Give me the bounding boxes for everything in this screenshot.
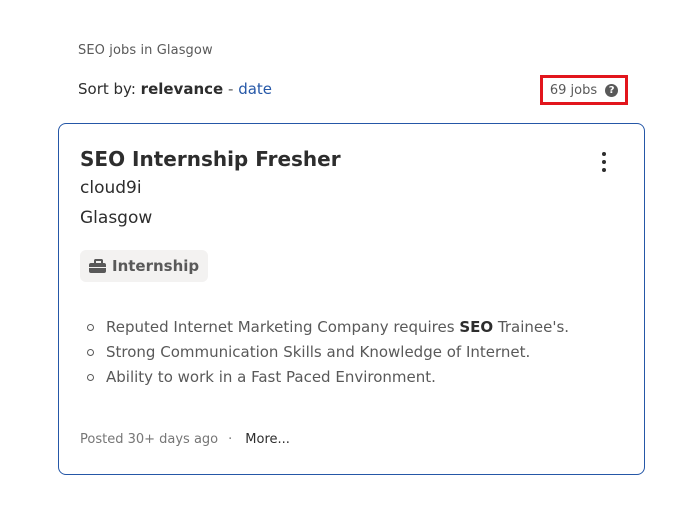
job-count-text: 69 jobs bbox=[549, 82, 598, 98]
snippet-item: Ability to work in a Fast Paced Environm… bbox=[87, 365, 607, 390]
posted-date: Posted 30+ days ago bbox=[80, 432, 219, 447]
sort-by-date-link[interactable]: date bbox=[238, 80, 272, 98]
breadcrumb: SEO jobs in Glasgow bbox=[78, 43, 213, 58]
footer-separator: · bbox=[228, 432, 233, 447]
more-options-icon[interactable] bbox=[592, 148, 616, 176]
job-location: Glasgow bbox=[80, 208, 153, 228]
job-title[interactable]: SEO Internship Fresher bbox=[80, 147, 341, 171]
sort-separator: - bbox=[227, 80, 234, 98]
sort-controls: Sort by: relevance - date bbox=[78, 80, 272, 98]
snippet-item: Reputed Internet Marketing Company requi… bbox=[87, 315, 607, 340]
job-card[interactable]: SEO Internship Fresher cloud9i Glasgow I… bbox=[58, 123, 645, 475]
sort-current: relevance bbox=[140, 80, 224, 98]
more-link[interactable]: More... bbox=[245, 432, 290, 447]
help-icon[interactable]: ? bbox=[605, 83, 619, 97]
briefcase-icon bbox=[89, 259, 106, 273]
job-type-label: Internship bbox=[112, 257, 200, 275]
company-name: cloud9i bbox=[80, 178, 142, 198]
job-count: 69 jobs ? bbox=[540, 75, 628, 105]
job-type-tag: Internship bbox=[80, 250, 209, 282]
job-footer: Posted 30+ days ago · More... bbox=[80, 432, 290, 447]
snippet-item: Strong Communication Skills and Knowledg… bbox=[87, 340, 607, 365]
sort-label: Sort by: bbox=[78, 80, 136, 98]
snippet-highlight: SEO bbox=[459, 318, 494, 336]
job-snippet: Reputed Internet Marketing Company requi… bbox=[87, 315, 607, 390]
